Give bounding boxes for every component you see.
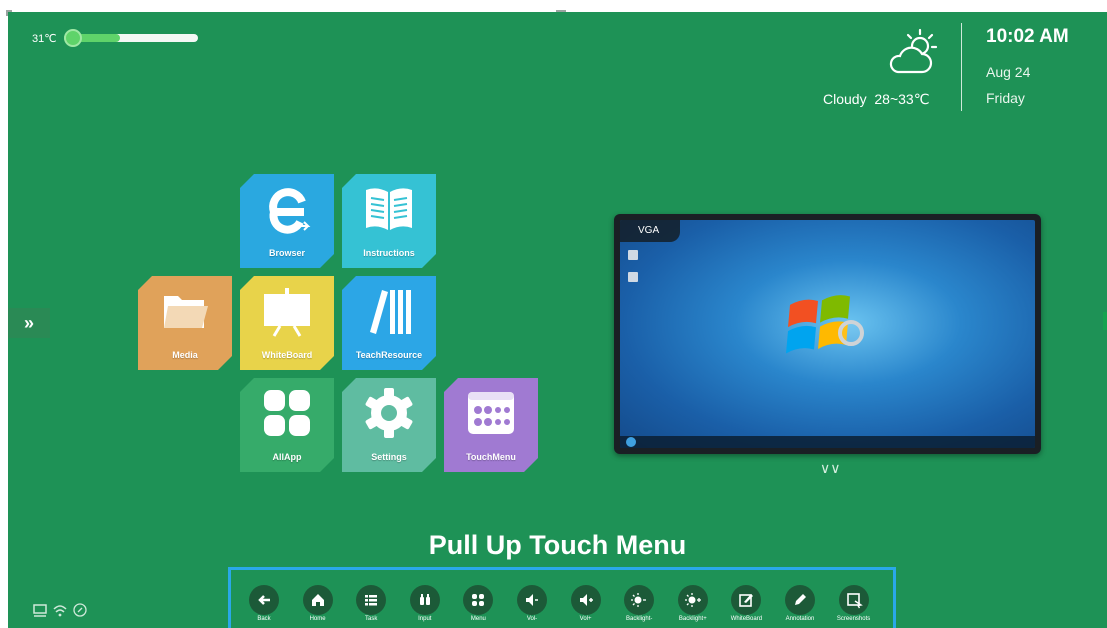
app-instructions[interactable]: Instructions xyxy=(342,174,436,268)
pull-up-title: Pull Up Touch Menu xyxy=(428,530,687,560)
touch-menu-button[interactable]: WhiteBoard xyxy=(726,585,766,622)
book-icon xyxy=(362,182,416,236)
touch-menu-button[interactable]: Annotation xyxy=(780,585,820,622)
weather-condition: Cloudy xyxy=(823,91,867,107)
folder-icon xyxy=(158,284,212,338)
app-teachresource[interactable]: TeachResource xyxy=(342,276,436,370)
app-browser[interactable]: Browser xyxy=(240,174,334,268)
app-label: Browser xyxy=(268,248,305,258)
app-label: Instructions xyxy=(363,248,415,258)
easel-board-icon xyxy=(260,284,314,338)
taskbar xyxy=(620,436,1035,448)
touch-menu-label: Backlight+ xyxy=(678,616,707,622)
touch-cursor xyxy=(838,320,864,346)
app-label: AllApp xyxy=(272,452,302,462)
app-allapp[interactable]: AllApp xyxy=(240,378,334,472)
temperature-slider[interactable] xyxy=(64,29,198,47)
source-label: VGA xyxy=(638,225,660,236)
app-media[interactable]: Media xyxy=(138,276,232,370)
status-icons xyxy=(32,602,88,618)
touch-menu-button[interactable]: Screenshots xyxy=(834,585,874,622)
four-squares-icon xyxy=(260,386,314,440)
double-chevron-right-icon: » xyxy=(23,312,34,333)
cloud-sun-icon xyxy=(889,28,938,74)
touch-menu-icon xyxy=(464,386,518,440)
weather-summary: Cloudy 28~33℃ xyxy=(823,91,929,108)
double-chevron-down-icon[interactable]: ∨∨ xyxy=(820,460,841,477)
app-settings[interactable]: Settings xyxy=(342,378,436,472)
home-icon xyxy=(302,585,333,615)
backlight-down-icon xyxy=(624,585,655,615)
touch-menu-button[interactable]: Back xyxy=(244,585,284,622)
weather-range: 28~33℃ xyxy=(874,91,930,107)
app-whiteboard[interactable]: WhiteBoard xyxy=(240,276,334,370)
volume-up-icon xyxy=(570,585,601,615)
divider xyxy=(961,23,962,111)
whiteboard-edit-icon xyxy=(731,585,762,615)
gear-icon xyxy=(362,386,416,440)
app-touchmenu[interactable]: TouchMenu xyxy=(444,378,538,472)
touch-menu-label: Input xyxy=(418,616,432,622)
clock-time: 10:02 AM xyxy=(986,26,1069,47)
link-icon xyxy=(73,603,87,617)
touch-menu-label: Backlight- xyxy=(626,616,653,622)
volume-down-icon xyxy=(517,585,547,615)
input-icon xyxy=(409,585,440,615)
source-preview[interactable]: VGA xyxy=(614,214,1041,454)
wifi-icon xyxy=(53,605,67,617)
touch-menu-label: Vol+ xyxy=(579,616,592,622)
touch-menu-label: Vol- xyxy=(526,616,538,622)
temperature-knob[interactable] xyxy=(64,29,82,47)
temperature-label: 31℃ xyxy=(32,33,57,45)
touch-menu-button[interactable]: Home xyxy=(298,585,338,622)
pen-icon xyxy=(785,585,815,615)
app-label: TouchMenu xyxy=(466,452,516,462)
right-edge-handle[interactable] xyxy=(1103,312,1107,330)
touch-menu-label: Annotation xyxy=(785,616,815,622)
home-screen: 31℃ Cloudy 28~33℃ 10:02 AM Aug 24 Friday… xyxy=(8,12,1107,628)
screenshot-icon xyxy=(838,585,869,615)
touch-menu-label: Back xyxy=(257,616,271,622)
touch-menu-button[interactable]: Backlight- xyxy=(619,585,659,622)
desktop-icon xyxy=(628,250,638,260)
back-arrow-icon xyxy=(249,585,279,615)
touch-menu-label: Task xyxy=(365,616,378,622)
backlight-up-icon xyxy=(677,585,708,615)
task-list-icon xyxy=(356,585,387,615)
app-label: WhiteBoard xyxy=(261,350,313,360)
app-label: Settings xyxy=(371,452,407,462)
desktop-icon xyxy=(628,272,638,282)
app-label: Media xyxy=(172,350,198,360)
desktop-thumbnail: VGA xyxy=(620,220,1035,448)
browser-e-icon xyxy=(260,182,314,236)
touch-menu-button[interactable]: Vol- xyxy=(512,585,552,622)
menu-grid-icon xyxy=(463,585,494,615)
touch-menu-label: Menu xyxy=(470,616,486,622)
clock-date: Aug 24 xyxy=(986,64,1031,80)
touch-menu-button[interactable]: Menu xyxy=(458,585,498,622)
touch-menu-button[interactable]: Input xyxy=(405,585,445,622)
bookshelf-icon xyxy=(362,284,416,338)
clock-weekday: Friday xyxy=(986,90,1025,106)
touch-menu-label: Home xyxy=(309,616,326,622)
app-label: TeachResource xyxy=(355,350,423,360)
touch-menu-button[interactable]: Vol+ xyxy=(566,585,606,622)
touch-menu-button[interactable]: Task xyxy=(351,585,391,622)
start-orb xyxy=(626,437,636,447)
screen-icon xyxy=(33,604,47,617)
source-tab[interactable]: VGA xyxy=(620,220,680,242)
expand-sidebar-button[interactable]: » xyxy=(8,308,50,338)
touch-menu-label: Screenshots xyxy=(836,616,871,622)
touch-menu-label: WhiteBoard xyxy=(730,616,763,622)
touch-menu-button[interactable]: Backlight+ xyxy=(673,585,713,622)
